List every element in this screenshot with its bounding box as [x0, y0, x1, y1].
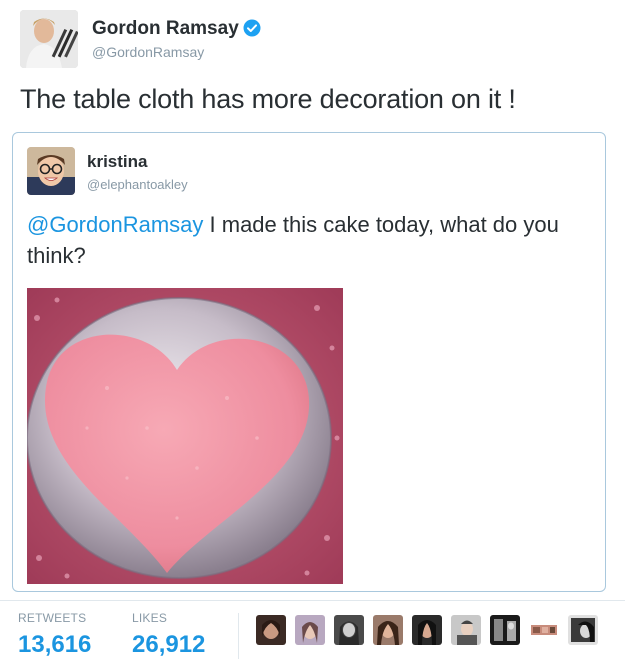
liker-avatar[interactable]: [490, 615, 520, 645]
avatar[interactable]: [20, 10, 78, 68]
tweet-text: The table cloth has more decoration on i…: [20, 84, 516, 114]
tweet-stats: RETWEETS 13,616 LIKES 26,912: [0, 600, 625, 672]
chef-portrait-avatar-icon: [20, 10, 78, 68]
quoted-author-handle[interactable]: @elephantoakley: [87, 177, 188, 192]
liker-avatar[interactable]: [295, 615, 325, 645]
quoted-tweet-text: @GordonRamsay I made this cake today, wh…: [27, 209, 597, 271]
stats-divider: [238, 613, 239, 659]
glasses-selfie-avatar-icon: [27, 147, 75, 195]
liker-avatar[interactable]: [256, 615, 286, 645]
liker-avatar[interactable]: [334, 615, 364, 645]
pink-heart-cake-photo-icon: [27, 288, 343, 584]
retweets-label: RETWEETS: [18, 611, 87, 625]
author-handle[interactable]: @GordonRamsay: [92, 44, 204, 60]
tweet: Gordon Ramsay @GordonRamsay The table cl…: [0, 0, 625, 671]
retweets-count[interactable]: 13,616: [18, 631, 91, 659]
author-name[interactable]: Gordon Ramsay: [92, 18, 239, 39]
likes-stat[interactable]: LIKES 26,912: [132, 611, 205, 659]
likes-count[interactable]: 26,912: [132, 631, 205, 659]
liker-avatar[interactable]: [451, 615, 481, 645]
likers-avatars: [256, 615, 616, 655]
quoted-author-name[interactable]: kristina: [87, 152, 147, 172]
liker-avatar[interactable]: [568, 615, 598, 645]
liker-avatar[interactable]: [529, 615, 559, 645]
quoted-tweet-card[interactable]: kristina @elephantoakley @GordonRamsay I…: [12, 132, 606, 592]
likes-label: LIKES: [132, 611, 168, 625]
quoted-avatar[interactable]: [27, 147, 75, 195]
verified-badge-icon: [243, 19, 261, 42]
liker-avatar[interactable]: [373, 615, 403, 645]
retweets-stat[interactable]: RETWEETS 13,616: [18, 611, 91, 659]
liker-avatar[interactable]: [412, 615, 442, 645]
cake-photo[interactable]: [27, 288, 343, 584]
mention-link[interactable]: @GordonRamsay: [27, 212, 203, 237]
